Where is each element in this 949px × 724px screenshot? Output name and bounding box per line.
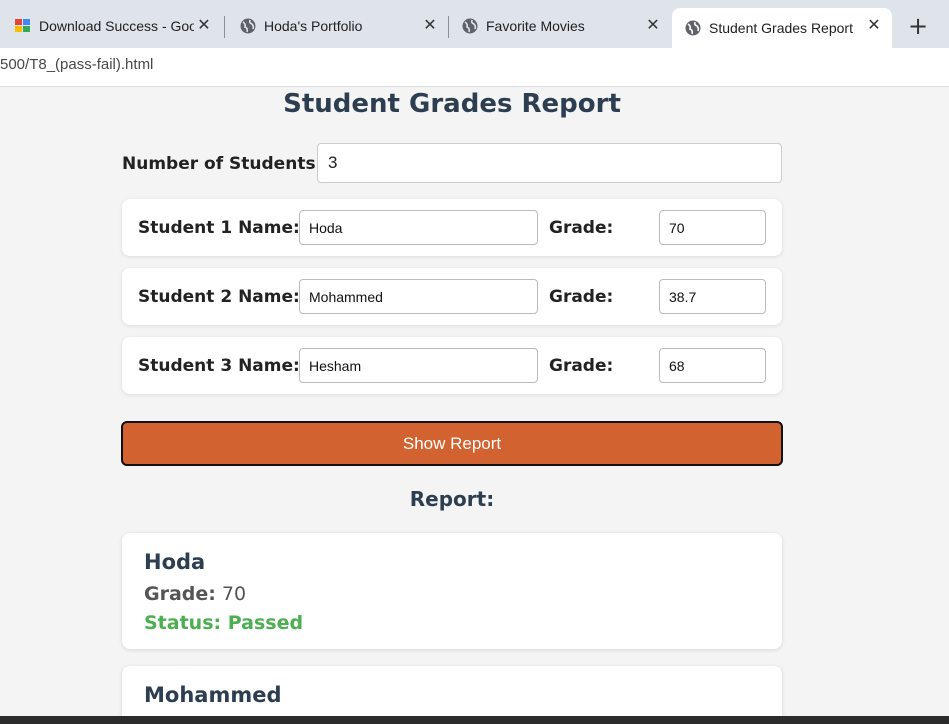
address-bar[interactable]: 500/T8_(pass-fail).html bbox=[0, 48, 949, 82]
taskbar bbox=[0, 716, 949, 724]
tab-student-grades-report[interactable]: Student Grades Report ✕ bbox=[672, 8, 892, 48]
tab-download-success[interactable]: Download Success - Goog ✕ bbox=[0, 8, 222, 44]
tab-favorite-movies[interactable]: Favorite Movies ✕ bbox=[449, 8, 671, 44]
grade-label: Grade: bbox=[549, 356, 614, 376]
page-content: Student Grades Report Number of Students… bbox=[0, 87, 949, 717]
report-card: Hoda Grade: 70 Status: Passed bbox=[122, 533, 782, 649]
globe-icon bbox=[685, 20, 701, 36]
report-student-name: Hoda bbox=[144, 550, 206, 574]
close-icon[interactable]: ✕ bbox=[864, 16, 884, 36]
student-row: Student 2 Name: Grade: bbox=[122, 268, 782, 325]
tab-hodas-portfolio[interactable]: Hoda's Portfolio ✕ bbox=[226, 8, 448, 44]
google-colorful-icon bbox=[15, 18, 31, 34]
student-name-label: Student 2 Name: bbox=[138, 287, 300, 307]
student-name-label: Student 1 Name: bbox=[138, 218, 300, 238]
report-student-name: Mohammed bbox=[144, 683, 282, 707]
report-card: Mohammed bbox=[122, 666, 782, 717]
student-row: Student 1 Name: Grade: bbox=[122, 199, 782, 256]
new-tab-button[interactable]: + bbox=[902, 10, 934, 42]
close-icon[interactable]: ✕ bbox=[643, 16, 663, 36]
report-heading: Report: bbox=[409, 487, 495, 511]
globe-icon bbox=[462, 18, 478, 34]
tab-strip: Download Success - Goog ✕ Hoda's Portfol… bbox=[0, 0, 949, 48]
grade-input[interactable] bbox=[659, 348, 766, 383]
tab-title: Download Success - Goog bbox=[39, 18, 194, 34]
report-grade: Grade: 70 bbox=[144, 583, 246, 605]
student-count-label: Number of Students: bbox=[122, 154, 323, 174]
grade-label: Grade: bbox=[549, 218, 614, 238]
student-name-input[interactable] bbox=[299, 279, 538, 314]
grade-label: Grade: bbox=[549, 287, 614, 307]
close-icon[interactable]: ✕ bbox=[420, 16, 440, 36]
globe-icon bbox=[240, 18, 256, 34]
report-grade-value: 70 bbox=[221, 583, 247, 605]
grade-input[interactable] bbox=[659, 279, 766, 314]
grade-input[interactable] bbox=[659, 210, 766, 245]
student-name-input[interactable] bbox=[299, 348, 538, 383]
report-status: Status: Passed bbox=[144, 612, 304, 634]
tab-divider bbox=[224, 16, 225, 38]
tab-title: Hoda's Portfolio bbox=[264, 18, 363, 34]
report-grade-label: Grade: bbox=[144, 583, 216, 605]
tab-title: Favorite Movies bbox=[486, 18, 585, 34]
student-count-input[interactable] bbox=[317, 143, 782, 183]
page-title: Student Grades Report bbox=[283, 89, 621, 119]
address-url[interactable]: 500/T8_(pass-fail).html bbox=[0, 56, 153, 73]
close-icon[interactable]: ✕ bbox=[194, 16, 214, 36]
student-name-input[interactable] bbox=[299, 210, 538, 245]
tab-title: Student Grades Report bbox=[709, 20, 853, 36]
student-row: Student 3 Name: Grade: bbox=[122, 337, 782, 394]
show-report-button[interactable]: Show Report bbox=[121, 421, 783, 466]
student-name-label: Student 3 Name: bbox=[138, 356, 300, 376]
